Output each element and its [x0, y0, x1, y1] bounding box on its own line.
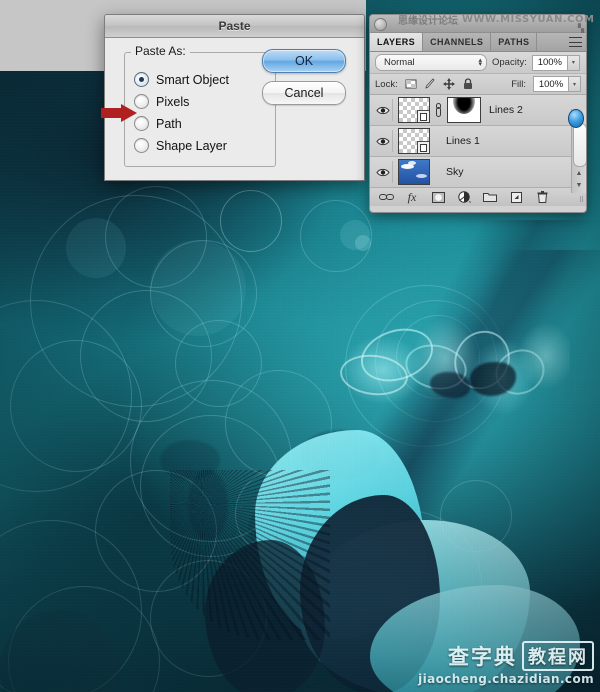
layer-name: Sky — [446, 166, 464, 178]
layer-visibility-eye-icon[interactable] — [374, 99, 393, 121]
scroll-down-arrow-icon[interactable]: ▼ — [573, 179, 585, 191]
link-layers-icon[interactable] — [373, 189, 399, 205]
panel-collapse-icon[interactable] — [374, 18, 387, 31]
table-row[interactable]: Lines 1 — [370, 126, 586, 157]
tab-paths[interactable]: PATHS — [491, 33, 538, 51]
top-watermark-cn: 思缘设计论坛 — [398, 16, 458, 27]
cancel-button[interactable]: Cancel — [262, 81, 346, 105]
layers-panel: ▚ LAYERS CHANNELS PATHS Normal ▴ ▾ Opacit… — [369, 14, 587, 213]
radio-label: Pixels — [156, 94, 190, 109]
lock-icon-group — [405, 78, 474, 90]
dialog-body: Paste As: Smart Object Pixels Path Shape… — [101, 38, 364, 180]
transparency-lock-icon[interactable] — [405, 78, 417, 90]
radio-option-shape-layer[interactable]: Shape Layer — [134, 138, 227, 153]
layer-thumbnail[interactable] — [398, 97, 430, 123]
table-row[interactable]: Sky — [370, 157, 586, 187]
paste-as-label: Paste As: — [131, 44, 190, 58]
brush-lock-icon[interactable] — [424, 78, 436, 90]
bottom-watermark: 查字典 教程网 jiaocheng.chazidian.com — [418, 641, 594, 686]
smart-object-badge-icon — [417, 141, 429, 153]
scrollbar-blue-orb-icon[interactable] — [568, 109, 584, 128]
layer-visibility-eye-icon[interactable] — [374, 161, 393, 183]
mask-link-icon[interactable] — [435, 103, 442, 117]
red-arrow-pointer-icon — [101, 104, 137, 122]
layer-name: Lines 2 — [489, 104, 523, 116]
radio-smart-object-icon[interactable] — [134, 72, 149, 87]
dialog-title: Paste — [105, 15, 364, 38]
add-mask-icon[interactable] — [425, 189, 451, 205]
blend-mode-select[interactable]: Normal ▴ ▾ — [375, 54, 487, 71]
layer-name: Lines 1 — [446, 135, 480, 147]
new-layer-icon[interactable] — [503, 189, 529, 205]
blend-mode-value: Normal — [384, 57, 415, 68]
move-lock-icon[interactable] — [442, 78, 455, 90]
layer-visibility-eye-icon[interactable] — [374, 130, 393, 152]
radio-option-pixels[interactable]: Pixels — [134, 94, 189, 109]
opacity-dropdown-icon[interactable]: ▾ — [567, 54, 580, 71]
panel-menu-icon[interactable] — [569, 37, 582, 47]
tab-channels[interactable]: CHANNELS — [423, 33, 492, 51]
fill-value[interactable]: 100% — [533, 76, 569, 92]
blend-mode-stepper-icon[interactable]: ▴ ▾ — [478, 57, 484, 68]
layer-thumbnail[interactable] — [398, 128, 430, 154]
ok-button[interactable]: OK — [262, 49, 346, 73]
radio-option-path[interactable]: Path — [134, 116, 182, 131]
lock-label: Lock: — [375, 78, 398, 90]
fill-field[interactable]: 100% ▾ — [533, 76, 581, 92]
paste-dialog: Paste Paste As: Smart Object Pixels Path… — [101, 14, 365, 181]
radio-label: Path — [156, 116, 182, 131]
all-lock-icon[interactable] — [462, 78, 474, 90]
delete-layer-icon[interactable] — [529, 189, 555, 205]
top-watermark-url: WWW.MISSYUAN.COM — [462, 14, 595, 25]
lock-row: Lock: Fill: 100% ▾ — [370, 74, 586, 95]
table-row[interactable]: Lines 2 — [370, 95, 586, 126]
scroll-up-arrow-icon[interactable]: ▲ — [573, 167, 585, 179]
top-watermark: 思缘设计论坛 WWW.MISSYUAN.COM — [398, 13, 598, 27]
layers-panel-footer: fx ⠿ — [370, 187, 586, 206]
watermark-cn-text: 查字典 — [448, 645, 517, 669]
opacity-value[interactable]: 100% — [531, 54, 568, 71]
radio-option-smart-object[interactable]: Smart Object — [134, 72, 229, 87]
radio-label: Shape Layer — [156, 138, 227, 153]
radio-label: Smart Object — [156, 72, 229, 87]
scrollbar-thumb[interactable] — [573, 123, 586, 167]
watermark-boxed-text: 教程网 — [522, 641, 594, 671]
blend-opacity-row: Normal ▴ ▾ Opacity: 100% ▾ — [370, 52, 586, 74]
panel-resize-grip-icon[interactable]: ⠿ — [579, 196, 584, 204]
adjustment-layer-icon[interactable] — [451, 189, 477, 205]
layer-style-fx-icon[interactable]: fx — [399, 189, 425, 205]
radio-shape-layer-icon[interactable] — [134, 138, 149, 153]
watermark-url: jiaocheng.chazidian.com — [418, 672, 594, 686]
opacity-field[interactable]: 100% ▾ — [531, 54, 580, 71]
tab-layers[interactable]: LAYERS — [370, 33, 424, 51]
panel-tabs: LAYERS CHANNELS PATHS — [370, 33, 586, 52]
layer-list: Lines 2 Lines 1 Sky — [370, 95, 586, 187]
new-group-icon[interactable] — [477, 189, 503, 205]
layer-mask-thumbnail[interactable] — [447, 97, 481, 123]
fill-dropdown-icon[interactable]: ▾ — [569, 76, 581, 92]
layer-thumbnail[interactable] — [398, 159, 430, 185]
fill-label: Fill: — [511, 78, 526, 90]
smart-object-badge-icon — [417, 110, 429, 122]
opacity-label: Opacity: — [492, 57, 527, 68]
